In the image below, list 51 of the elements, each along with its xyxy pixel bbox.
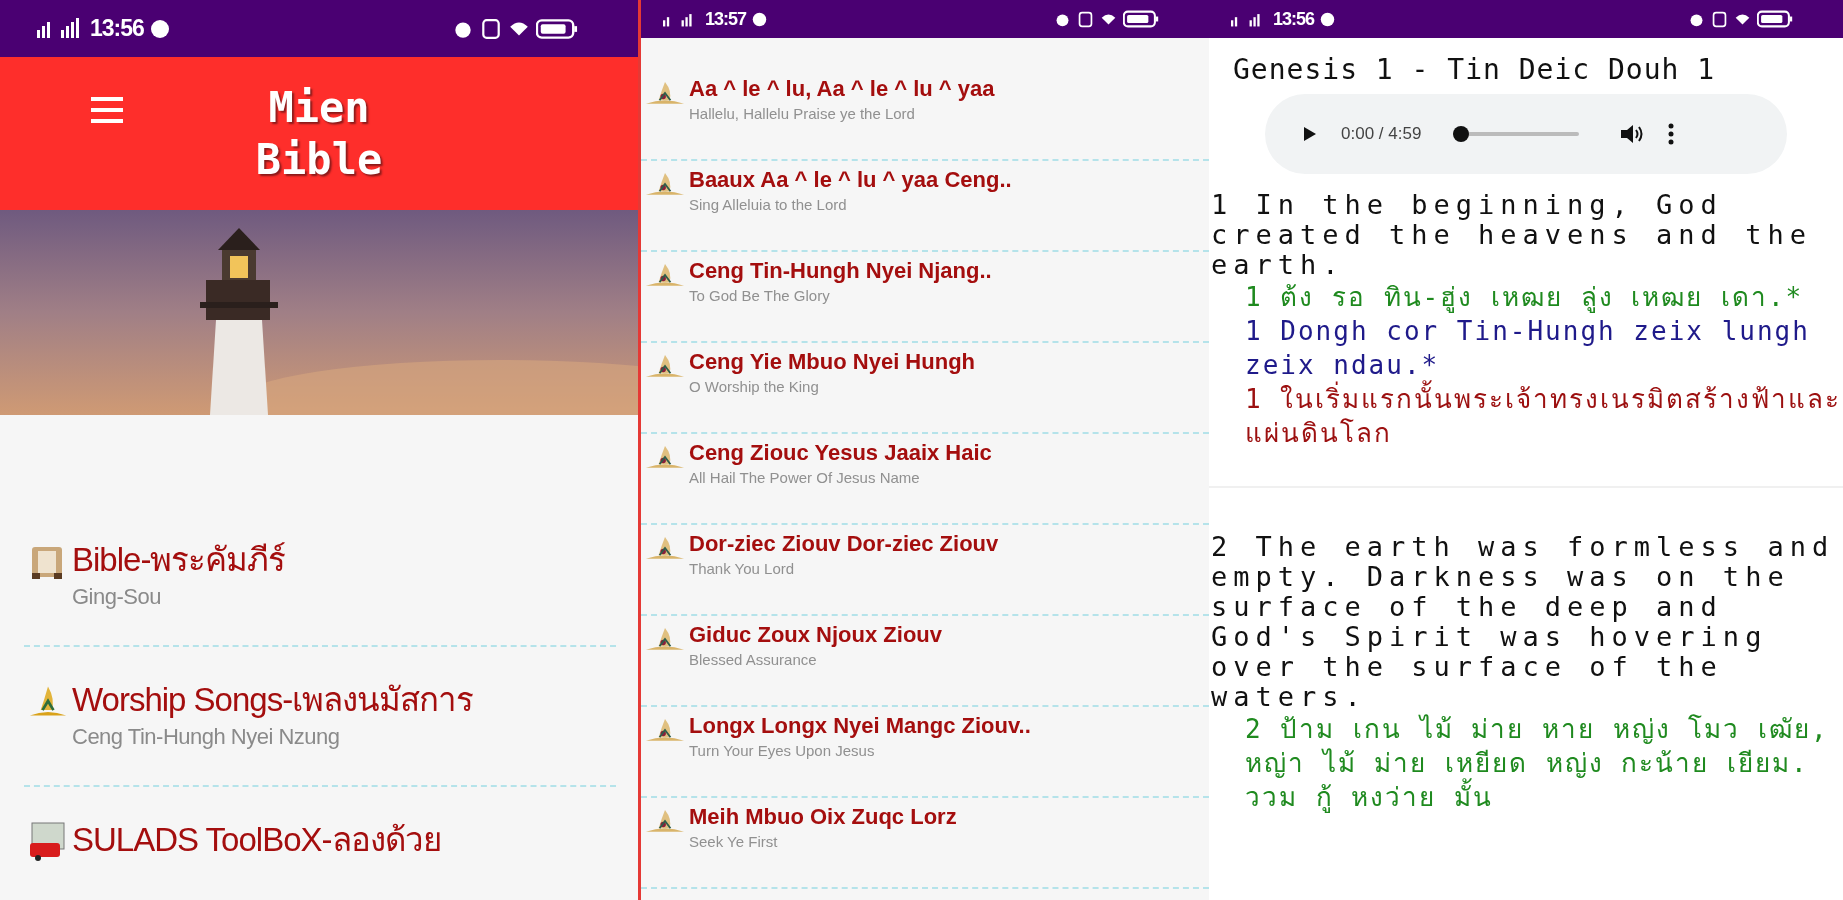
audio-time: 0:00 / 4:59 [1341, 124, 1422, 144]
menu-item-title: SULADS ToolBoX-ลองด้วย [72, 820, 441, 860]
verse-translation: 1 ในเริ่มแรกนั้นพระเจ้าทรงเนรมิตสร้างฟ้าและแผ่นดินโลก [1211, 382, 1843, 450]
menu-item-subtitle: Ging-Sou [72, 583, 162, 611]
audio-progress-bar[interactable] [1453, 126, 1580, 142]
app-title: Mien Bible [254, 81, 384, 186]
song-title: Ceng Tin-Hungh Nyei Njang.. [689, 257, 992, 285]
song-title: Ceng Yie Mbuo Nyei Hungh [689, 348, 975, 376]
song-subtitle: Blessed Assurance [689, 650, 818, 670]
notification-icon [149, 18, 170, 39]
notification-icon [752, 11, 768, 27]
song-subtitle: Turn Your Eyes Upon Jesus [689, 741, 876, 761]
verse-text: 1 In the beginning, God created the heavens and the earth. [1211, 190, 1813, 280]
verse-text: 2 The earth was formless and empty. Darkness was on the surface of the deep and God's Spirit was hovering over the surface of the waters. [1211, 532, 1836, 712]
song-title: Aa ^ le ^ lu, Aa ^ le ^ lu ^ yaa [689, 75, 995, 103]
song-subtitle: Seek Ye First [689, 832, 779, 852]
sim-icon [480, 17, 502, 40]
song-subtitle: To God Be The Glory [689, 286, 831, 306]
song-title: Meih Mbuo Oix Zuqc Lorz [689, 803, 957, 831]
song-title: Longx Longx Nyei Mangc Ziouv.. [689, 712, 1031, 740]
menu-item-title: Bible-พระคัมภีร์ [72, 540, 286, 580]
sim-icon [1077, 10, 1094, 28]
verse-translation: 1 Dongh cor Tin-Hungh zeix lungh zeix ndau.* [1244, 315, 1811, 380]
song-title: Giduc Zoux Njoux Ziouv [689, 621, 942, 649]
verse-translation: 1 ต้ง รอ ทิน-ฮู่ง เหฒย ลู่ง เหฒย เดา.* [1244, 281, 1805, 314]
battery-icon [536, 17, 578, 40]
progress-thumb[interactable] [1453, 126, 1470, 142]
status-time: 13:56 [90, 15, 144, 42]
song-subtitle: Hallelu, Hallelu Praise ye the Lord [689, 104, 916, 124]
menu-item-title: Worship Songs-เพลงนมัสการ [72, 680, 474, 720]
song-title: Baaux Aa ^ le ^ lu ^ yaa Ceng.. [689, 166, 1012, 194]
more-options-icon[interactable] [1667, 122, 1676, 146]
battery-icon [1757, 10, 1793, 28]
notification-icon [1320, 11, 1336, 27]
battery-icon [1123, 10, 1159, 28]
menu-item[interactable]: SULADS ToolBoX-ลองด้วย [0, 795, 638, 885]
menu-item[interactable]: Bible-พระคัมภีร์ Ging-Sou [0, 515, 638, 637]
song-subtitle: Sing Alleluia to the Lord [689, 195, 848, 215]
status-time: 13:56 [1273, 8, 1315, 30]
menu-item[interactable]: Worship Songs-เพลงนมัสการ Ceng Tin-Hungh Nyei Nzung [0, 655, 638, 777]
song-title: Dor-ziec Ziouv Dor-ziec Ziouv [689, 530, 999, 558]
sim-icon [1711, 10, 1728, 28]
toolbox-icon [28, 821, 68, 861]
chapter-heading: Genesis 1 - Tin Deic Douh 1 [1232, 52, 1717, 88]
status-time: 13:57 [705, 8, 747, 30]
song-subtitle: Thank You Lord [689, 559, 796, 579]
verse-translation: 2 ป้าม เกน ไม้ ม่าย หาย หญ่ง โมว เฒัย, หญ่า ไม้ ม่าย เหยียด หญ่ง กะน้าย เยียม. ววม กู้ หงว่าย มั้น [1244, 713, 1830, 814]
song-subtitle: O Worship the King [689, 377, 820, 397]
song-title: Ceng Ziouc Yesus Jaaix Haic [689, 439, 992, 467]
menu-item-subtitle: Ceng Tin-Hungh Nyei Nzung [72, 723, 341, 751]
song-subtitle: All Hail The Power Of Jesus Name [689, 468, 921, 488]
